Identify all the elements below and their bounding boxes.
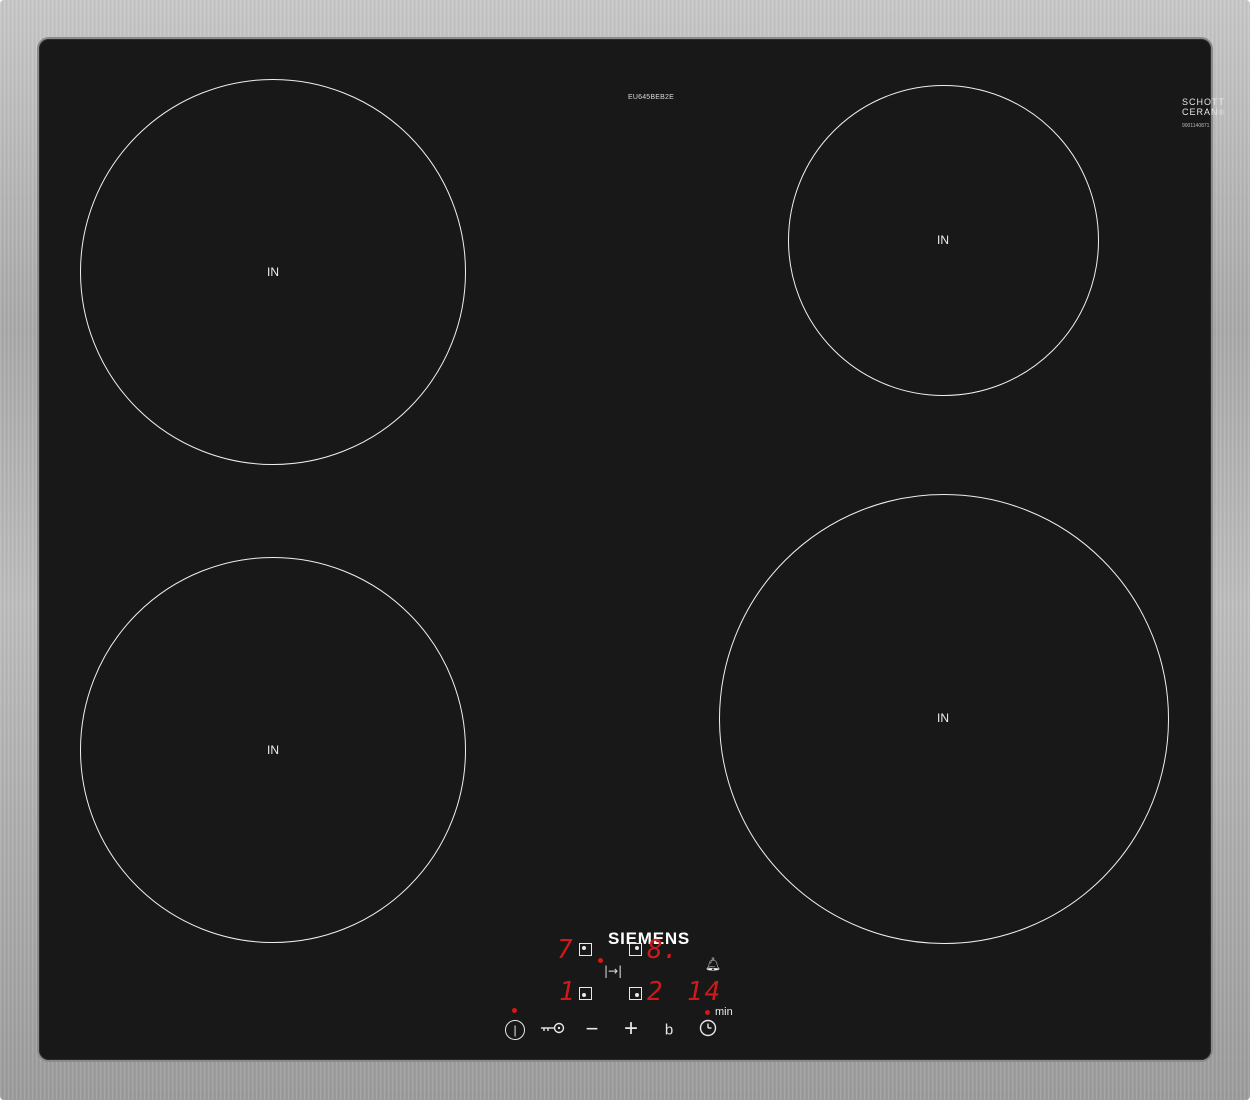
power-icon: | [513, 1023, 517, 1037]
front-left-power-level: 1 [559, 977, 575, 1007]
childlock-button[interactable] [540, 1022, 566, 1038]
front-right-zone-indicator-icon[interactable] [629, 987, 642, 1000]
zone-label-rear-right: IN [937, 233, 949, 247]
timer-display: 14 [687, 977, 723, 1007]
alarm-bell-icon: 🔔︎ [704, 956, 722, 972]
boost-icon: b [664, 1021, 674, 1039]
timer-clock-icon [699, 1019, 717, 1037]
front-right-power-level: 2 [647, 977, 663, 1007]
schott-logo-line2: CERAN [1182, 107, 1219, 117]
power-button[interactable]: | [505, 1020, 525, 1040]
rear-right-power-level: 8. [647, 935, 679, 965]
plus-icon: + [623, 1015, 639, 1042]
front-left-zone-indicator-icon[interactable] [579, 987, 592, 1000]
rear-left-power-level: 7 [557, 935, 573, 965]
model-number: EU645BEB2E [628, 94, 674, 101]
rear-left-zone-indicator-icon[interactable] [579, 943, 592, 956]
schott-ceran-logo: SCHOTT CERAN® [1182, 97, 1225, 119]
serial-number: 9001140871 [1182, 123, 1210, 129]
power-transfer-icon[interactable]: |→| [604, 964, 622, 978]
zone-label-front-right: IN [937, 711, 949, 725]
timer-active-dot [705, 1010, 710, 1015]
schott-logo-line1: SCHOTT [1182, 97, 1225, 107]
boost-button[interactable]: b [665, 1023, 673, 1038]
power-active-dot [512, 1008, 517, 1013]
ceramic-glass-surface: EU645BEB2E SCHOTT CERAN® 9001140871 IN I… [39, 39, 1224, 1060]
timer-unit-label: min [715, 1006, 733, 1018]
rear-left-active-dot [598, 958, 603, 963]
minus-icon: − [585, 1016, 599, 1041]
plus-button[interactable]: + [624, 1017, 638, 1041]
rear-right-zone-indicator-icon[interactable] [629, 943, 642, 956]
timer-button[interactable] [699, 1019, 717, 1041]
minus-button[interactable]: − [586, 1018, 599, 1040]
childlock-key-icon [541, 1022, 565, 1034]
registered-mark: ® [1218, 110, 1224, 117]
zone-label-front-left: IN [267, 743, 279, 757]
zone-label-rear-left: IN [267, 265, 279, 279]
